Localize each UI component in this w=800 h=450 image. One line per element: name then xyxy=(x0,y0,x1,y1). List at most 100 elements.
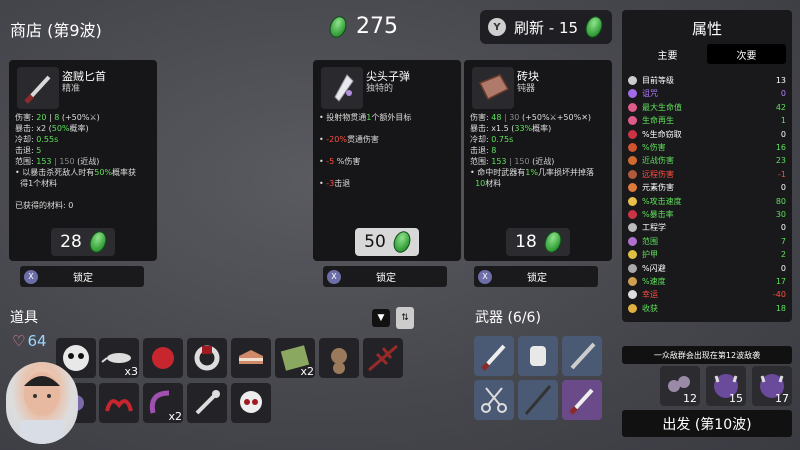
reroll-button[interactable]: Y 刷新 - 15 xyxy=(480,10,612,44)
stat-label: %攻击速度 xyxy=(642,196,682,206)
stat-line: 冷却: 0.55s xyxy=(15,134,153,145)
stat-text: 暴击: x2 ( xyxy=(15,124,52,133)
stat-text: 击退 xyxy=(334,179,351,188)
stat-text: 伤害: xyxy=(470,113,492,122)
stat-line: 范围: 153 | 150 (近战) xyxy=(470,156,608,167)
stat-row[interactable]: 目前等级 13 xyxy=(628,74,786,87)
stat-positive: 8 xyxy=(491,146,497,155)
item-slot[interactable]: x3 xyxy=(99,338,139,378)
weapons-title: 武器 (6/6) xyxy=(475,310,541,326)
weapon-slot[interactable] xyxy=(518,380,558,420)
stat-row[interactable]: %闪避 0 xyxy=(628,262,786,275)
stat-icon xyxy=(628,76,637,85)
weapon-slot[interactable] xyxy=(474,380,514,420)
stat-value: 1 xyxy=(780,116,786,126)
shop-card-1[interactable]: 盗贼匕首 精准 伤害: 20 | 8 (+50%⚔) 暴击: x2 (50%概率)… xyxy=(9,60,157,261)
shop-card-3[interactable]: 砖块 钝器 伤害: 48 | 30 (+50%⚔+50%✕) 暴击: x1.5 (… xyxy=(464,60,612,261)
stat-line: 范围: 153 | 150 (近战) xyxy=(15,156,153,167)
weapon-slot[interactable] xyxy=(474,336,514,376)
stat-row[interactable]: 生命再生 1 xyxy=(628,114,786,127)
stat-line: 得1个材料 xyxy=(15,178,153,189)
item-slot[interactable] xyxy=(231,338,271,378)
tab-secondary[interactable]: 次要 xyxy=(707,44,786,64)
stat-line xyxy=(319,123,457,134)
buy-button[interactable]: 28 xyxy=(51,228,115,256)
item-slot[interactable] xyxy=(187,338,227,378)
stat-value: -1 xyxy=(778,169,786,179)
item-slot[interactable] xyxy=(99,383,139,423)
stat-row[interactable]: 近战伤害 23 xyxy=(628,154,786,167)
stat-value: 18 xyxy=(775,303,786,313)
stat-row[interactable]: 诅咒 0 xyxy=(628,87,786,100)
stat-positive: 20 xyxy=(36,113,47,122)
bullet-icon xyxy=(321,67,363,109)
stat-icon xyxy=(628,196,637,206)
item-stats: • 投射物贯通1个额外目标 • -20%贯通伤害 • -5 %伤害 • -3击退 xyxy=(319,112,457,189)
lock-button-2[interactable]: X 锁定 xyxy=(323,266,447,287)
item-slot[interactable]: x2 xyxy=(275,338,315,378)
stat-row[interactable]: 护甲 2 xyxy=(628,248,786,261)
stat-value: 13 xyxy=(775,76,786,85)
lock-label: 锁定 xyxy=(376,273,396,284)
stat-value: 80 xyxy=(775,196,786,206)
weapon-slot[interactable] xyxy=(518,336,558,376)
stat-value: 23 xyxy=(775,156,786,166)
buy-button[interactable]: 50 xyxy=(355,228,419,256)
monkey-icon xyxy=(331,348,347,374)
item-slot[interactable] xyxy=(319,338,359,378)
stat-value: 42 xyxy=(775,102,786,112)
price-value: 18 xyxy=(515,232,537,252)
item-slot[interactable] xyxy=(363,338,403,378)
stat-text: 几率损坏并掉落 xyxy=(537,168,594,177)
panel-title: 属性 xyxy=(691,20,722,38)
stat-row[interactable]: 幸运 -40 xyxy=(628,288,786,301)
stat-row[interactable]: %暴击率 30 xyxy=(628,208,786,221)
stat-line: 暴击: x2 (50%概率) xyxy=(15,123,153,134)
stat-row[interactable]: 远程伤害 -1 xyxy=(628,168,786,181)
go-button[interactable]: 出发 (第10波) xyxy=(622,410,792,437)
streamer-webcam xyxy=(6,362,78,444)
weapon-slot[interactable] xyxy=(562,336,602,376)
stat-line: 已获得的材料: 0 xyxy=(15,200,153,211)
item-slot[interactable] xyxy=(143,338,183,378)
stat-row[interactable]: 元素伤害 0 xyxy=(628,181,786,194)
lock-label: 锁定 xyxy=(73,273,93,284)
stat-row[interactable]: %生命窃取 0 xyxy=(628,128,786,141)
stat-text: 范围: xyxy=(470,157,492,166)
material-icon xyxy=(582,13,606,41)
stat-text: 概率) xyxy=(532,124,552,133)
lock-label: 锁定 xyxy=(527,273,547,284)
shop-card-2[interactable]: 尖头子弹 独特的 • 投射物贯通1个额外目标 • -20%贯通伤害 • -5 %伤害… xyxy=(313,60,461,261)
stat-row[interactable]: %攻击速度 80 xyxy=(628,195,786,208)
stat-line: • 命中时武器有1%几率损坏并掉落 xyxy=(470,167,608,178)
lock-button-3[interactable]: X 锁定 xyxy=(474,266,598,287)
stat-label: 元素伤害 xyxy=(642,183,674,193)
stat-row[interactable]: 最大生命值 42 xyxy=(628,101,786,114)
stat-row[interactable]: 范围 7 xyxy=(628,235,786,248)
stat-positive: 153 xyxy=(491,157,507,166)
stat-text: 范围: xyxy=(15,157,37,166)
tab-main[interactable]: 主要 xyxy=(628,44,707,64)
stat-row[interactable]: %速度 17 xyxy=(628,275,786,288)
item-tier: 独特的 xyxy=(366,84,394,94)
hp-value: 64 xyxy=(27,332,47,350)
swap-icon[interactable]: ⇅ xyxy=(396,307,414,329)
stat-text: 冷却: xyxy=(15,135,37,144)
stat-icon xyxy=(628,290,637,300)
item-count: x2 xyxy=(168,410,182,423)
lock-button-1[interactable]: X 锁定 xyxy=(20,266,144,287)
crab-claws-icon xyxy=(105,399,133,412)
item-slot[interactable] xyxy=(187,383,227,423)
sort-icon[interactable]: ▼ xyxy=(372,309,390,327)
weapon-slot-selected[interactable] xyxy=(562,380,602,420)
stat-label: 幸运 xyxy=(642,290,658,300)
item-slot[interactable] xyxy=(231,383,271,423)
stat-line: 击退: 8 xyxy=(470,145,608,156)
item-slot[interactable]: x2 xyxy=(143,383,183,423)
buy-button[interactable]: 18 xyxy=(506,228,570,256)
stat-row[interactable]: %伤害 16 xyxy=(628,141,786,154)
x-key-icon: X xyxy=(24,269,38,284)
materials-value: 275 xyxy=(356,14,398,39)
stat-row[interactable]: 工程学 0 xyxy=(628,221,786,234)
stat-row[interactable]: 收获 18 xyxy=(628,302,786,315)
